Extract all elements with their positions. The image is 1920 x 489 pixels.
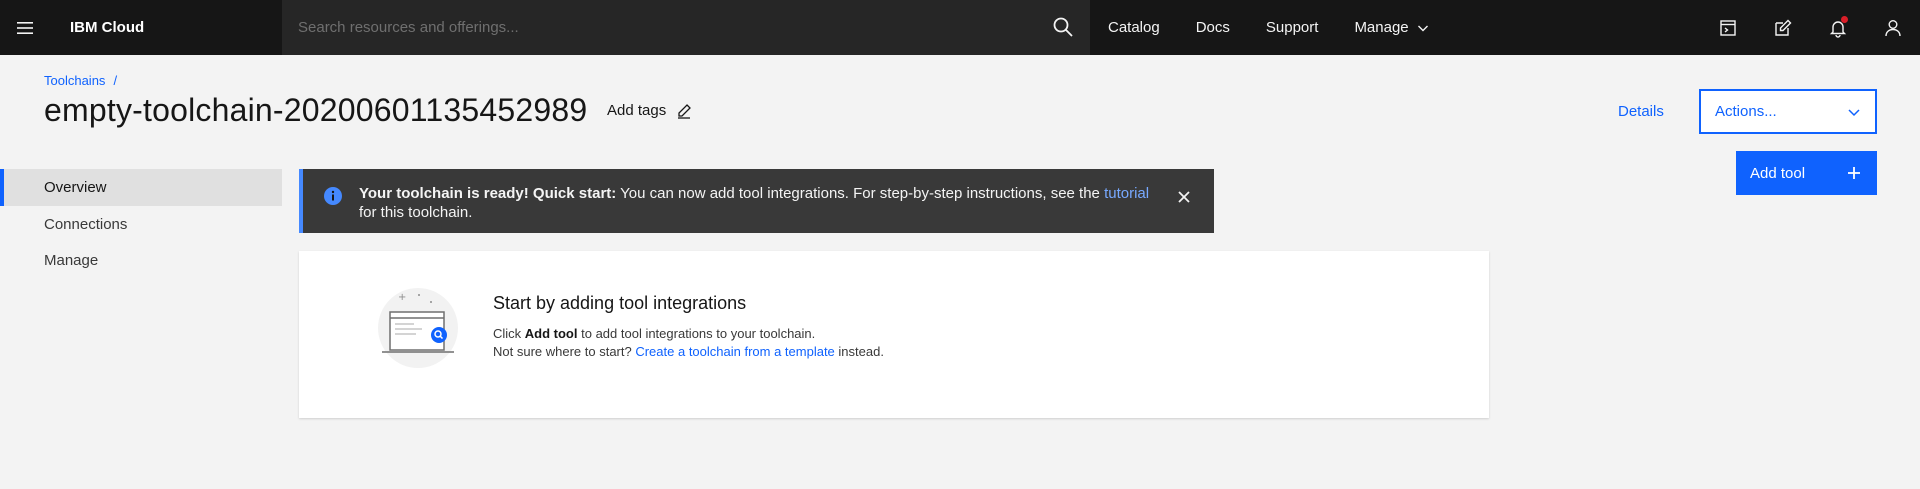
- create-from-template-link[interactable]: Create a toolchain from a template: [635, 344, 834, 359]
- sidenav-item-manage[interactable]: Manage: [0, 242, 282, 278]
- notification-text: You can now add tool integrations. For s…: [616, 185, 1100, 202]
- nav-support[interactable]: Support: [1248, 0, 1337, 55]
- empty-state-heading: Start by adding tool integrations: [493, 293, 747, 313]
- empty-state-card: + Start by adding tool integrations Clic…: [299, 251, 1489, 418]
- empty-state-line1: Click Add tool to add tool integrations …: [493, 326, 816, 341]
- details-link[interactable]: Details: [1618, 103, 1664, 120]
- add-tags-label: Add tags: [607, 102, 667, 119]
- notification-icon[interactable]: [1810, 0, 1865, 55]
- notification-message: Your toolchain is ready! Quick start: Yo…: [359, 184, 1159, 222]
- page-title: empty-toolchain-20200601135452989: [44, 92, 588, 128]
- tutorial-link[interactable]: tutorial: [1104, 185, 1149, 202]
- notification-text-after: for this toolchain.: [359, 204, 473, 221]
- close-icon[interactable]: [1174, 187, 1194, 207]
- notification-badge: [1841, 16, 1848, 23]
- side-navigation: Overview Connections Manage: [0, 169, 282, 278]
- actions-label: Actions...: [1715, 103, 1777, 120]
- top-navigation-bar: IBM Cloud Catalog Docs Support Manage: [0, 0, 1920, 55]
- plus-icon: [1848, 167, 1860, 179]
- notification-title: Your toolchain is ready! Quick start:: [359, 185, 617, 202]
- header-actions: [1700, 0, 1920, 55]
- add-tool-label: Add tool: [1750, 164, 1806, 182]
- chevron-down-icon: [1417, 25, 1428, 31]
- breadcrumb: Toolchains /: [44, 73, 117, 88]
- actions-dropdown[interactable]: Actions...: [1699, 89, 1877, 134]
- breadcrumb-separator: /: [113, 73, 118, 88]
- top-nav-links: Catalog Docs Support Manage: [1090, 0, 1447, 55]
- chevron-down-icon: [1848, 108, 1860, 116]
- edit-icon[interactable]: [1755, 0, 1810, 55]
- info-notification: Your toolchain is ready! Quick start: Yo…: [299, 169, 1214, 233]
- search-icon[interactable]: [1052, 16, 1074, 38]
- pencil-icon: [678, 103, 692, 119]
- toolchain-illustration-icon: +: [378, 288, 458, 368]
- menu-icon[interactable]: [0, 0, 50, 55]
- search-bar: [282, 0, 1090, 55]
- add-tool-button[interactable]: Add tool: [1736, 151, 1877, 195]
- nav-catalog[interactable]: Catalog: [1090, 0, 1178, 55]
- breadcrumb-toolchains[interactable]: Toolchains: [44, 73, 105, 88]
- sidenav-item-connections[interactable]: Connections: [0, 206, 282, 242]
- empty-state-line2: Not sure where to start? Create a toolch…: [493, 344, 884, 359]
- brand-logo[interactable]: IBM Cloud: [70, 19, 282, 36]
- user-icon[interactable]: [1865, 0, 1920, 55]
- cost-estimator-icon[interactable]: [1700, 0, 1755, 55]
- info-icon: [324, 187, 342, 205]
- nav-manage[interactable]: Manage: [1336, 0, 1446, 55]
- add-tags-button[interactable]: Add tags: [607, 102, 692, 119]
- search-input[interactable]: [282, 19, 1022, 36]
- nav-docs[interactable]: Docs: [1178, 0, 1248, 55]
- svg-text:+: +: [398, 292, 406, 303]
- sidenav-item-overview[interactable]: Overview: [0, 169, 282, 206]
